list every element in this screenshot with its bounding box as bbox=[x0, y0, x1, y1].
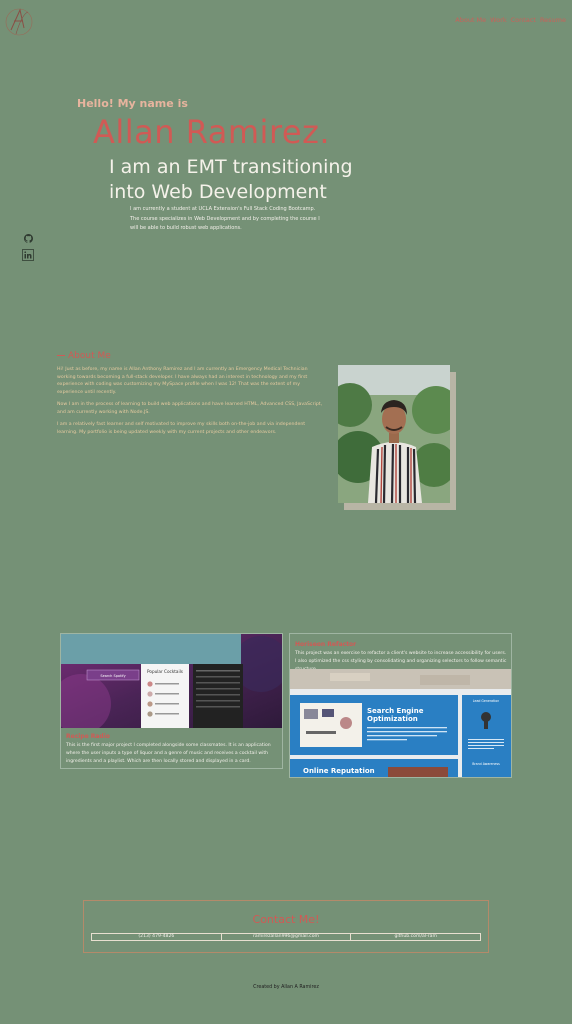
linkedin-link[interactable] bbox=[22, 249, 34, 261]
search-spotify-label: Search Spotify bbox=[100, 674, 125, 678]
about-heading-text: About Me bbox=[68, 351, 111, 361]
hero-description: I am currently a student at UCLA Extensi… bbox=[130, 206, 320, 231]
logo-icon[interactable] bbox=[4, 4, 34, 40]
about-paragraph: I am a relatively fast learner and self … bbox=[57, 422, 306, 435]
popular-cocktails-label: Popular Cocktails bbox=[147, 669, 183, 674]
about-heading-rule bbox=[57, 355, 65, 356]
brand-title: Brand Awareness bbox=[472, 762, 500, 766]
nav-about-link[interactable]: About Me bbox=[455, 16, 486, 24]
contact-github[interactable]: github.com/al-ram bbox=[351, 934, 480, 940]
seo-title: Search Engine Optimization bbox=[367, 707, 424, 723]
hero-title: I am an EMT transitioning into Web Devel… bbox=[109, 156, 353, 203]
footer-credit: Created by Allan A Ramirez bbox=[253, 985, 319, 990]
about-heading: About Me bbox=[57, 351, 111, 361]
about-text: Hi! Just as before, my name is Allan Ant… bbox=[57, 366, 325, 441]
hero-name: Allan Ramirez. bbox=[93, 113, 331, 151]
lead-title: Lead Generation bbox=[473, 699, 499, 703]
linkedin-icon bbox=[24, 251, 32, 259]
nav-contact-link[interactable]: Contact bbox=[511, 16, 536, 24]
contact-phone[interactable]: (213) 479-4826 bbox=[92, 934, 222, 940]
contact-section bbox=[83, 900, 489, 953]
contact-heading: Contact Me! bbox=[252, 913, 320, 926]
reputation-title: Online Reputation bbox=[303, 767, 375, 775]
contact-links: (213) 479-4826 ramirezallan996@gmail.com… bbox=[91, 933, 481, 941]
project-screenshot: Search Engine Optimization Online Reputat… bbox=[290, 669, 511, 777]
github-icon bbox=[23, 233, 33, 243]
profile-photo bbox=[338, 365, 450, 503]
project-title[interactable]: Recipe Radio bbox=[66, 733, 110, 740]
nav-work-link[interactable]: Work bbox=[490, 16, 506, 24]
project-title[interactable]: Horiseon Refactor bbox=[295, 641, 356, 648]
github-link[interactable] bbox=[22, 232, 34, 244]
hero-greeting: Hello! My name is bbox=[77, 97, 188, 110]
project-description: This is the first major project I comple… bbox=[66, 743, 271, 764]
contact-email[interactable]: ramirezallan996@gmail.com bbox=[222, 934, 352, 940]
about-paragraph: Hi! Just as before, my name is Allan Ant… bbox=[57, 367, 308, 395]
main-nav: About Me Work Contact Resume bbox=[455, 16, 566, 24]
about-paragraph: Now I am in the process of learning to b… bbox=[57, 402, 323, 415]
nav-resume-link[interactable]: Resume bbox=[540, 16, 566, 24]
project-screenshot: Search Spotify Popular Cocktails bbox=[61, 634, 282, 728]
